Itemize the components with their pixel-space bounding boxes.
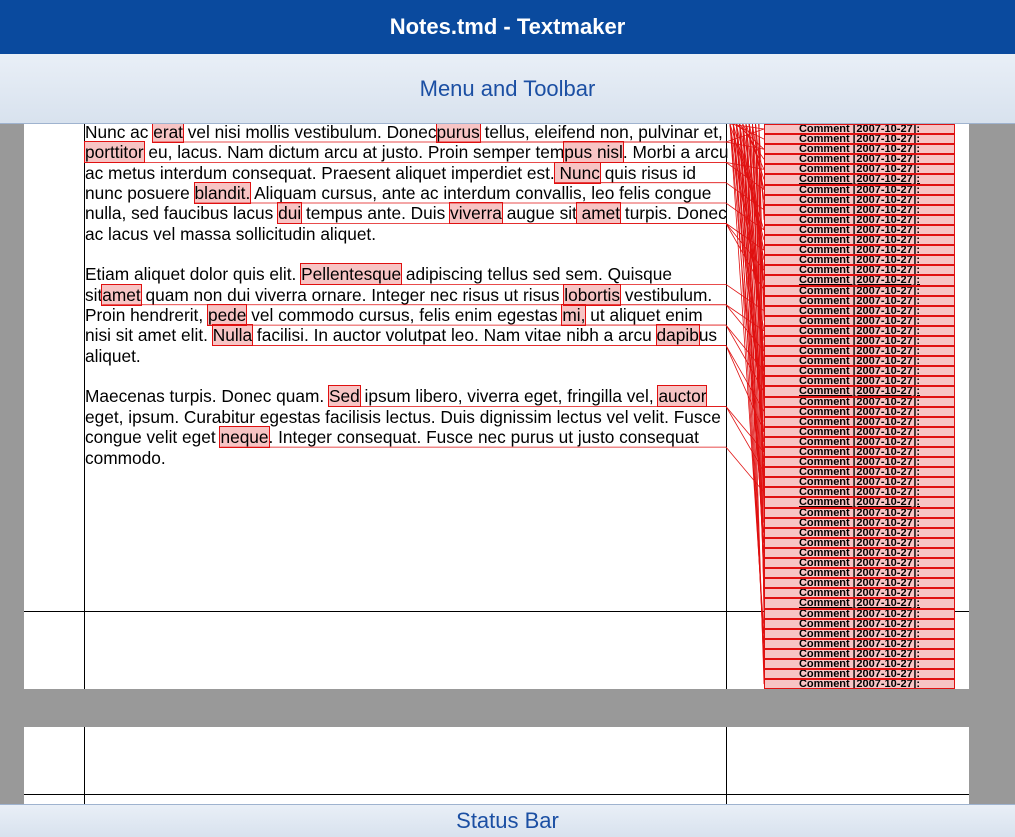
left-margin-line bbox=[84, 727, 85, 804]
comment-balloon[interactable]: Comment [2007-10-27]: bbox=[764, 305, 955, 316]
comment-balloon[interactable]: Comment [2007-10-27]: bbox=[764, 245, 955, 256]
comment-balloon[interactable]: Comment [2007-10-27]: bbox=[764, 537, 955, 548]
comment-balloon[interactable]: Comment [2007-10-27]: bbox=[764, 608, 955, 619]
comment-balloon[interactable]: Comment [2007-10-27]: bbox=[764, 285, 955, 296]
menu-and-toolbar[interactable]: Menu and Toolbar bbox=[0, 54, 1015, 124]
comment-balloon[interactable]: Comment [2007-10-27]: bbox=[764, 679, 955, 690]
comment-balloon[interactable]: Comment [2007-10-27]: bbox=[764, 174, 955, 185]
comment-balloon[interactable]: Comment [2007-10-27]: bbox=[764, 275, 955, 286]
right-margin-line bbox=[726, 727, 727, 804]
comment-balloons[interactable]: Comment [2007-10-27]: Comment [2007-10-27… bbox=[764, 124, 955, 690]
comment-balloon[interactable]: Comment [2007-10-27]: bbox=[764, 477, 955, 488]
comment-balloon[interactable]: Comment [2007-10-27]: bbox=[764, 164, 955, 175]
comment-balloon[interactable]: Comment [2007-10-27]: bbox=[764, 426, 955, 437]
comment-balloon[interactable]: Comment [2007-10-27]: bbox=[764, 487, 955, 498]
comment-balloon[interactable]: Comment [2007-10-27]: bbox=[764, 184, 955, 195]
comment-balloon[interactable]: Comment [2007-10-27]: bbox=[764, 467, 955, 478]
comment-balloon[interactable]: Comment [2007-10-27]: bbox=[764, 335, 955, 347]
document-page[interactable]: Nunc ac erat vel nisi mollis vestibulum.… bbox=[24, 124, 969, 690]
comment-balloon[interactable]: Comment [2007-10-27]: bbox=[764, 204, 955, 215]
comment-balloon[interactable]: Comment [2007-10-27]: bbox=[764, 588, 955, 599]
comment-balloon[interactable]: Comment [2007-10-27]: bbox=[764, 648, 955, 659]
comment-balloon[interactable]: Comment [2007-10-27]: bbox=[764, 436, 955, 447]
comment-balloon[interactable]: Comment [2007-10-27]: bbox=[764, 255, 955, 266]
comment-balloon[interactable]: Comment [2007-10-27]: bbox=[764, 224, 955, 236]
comment-balloon[interactable]: Comment [2007-10-27]: bbox=[764, 406, 955, 417]
document-workspace[interactable]: Nunc ac erat vel nisi mollis vestibulum.… bbox=[0, 124, 1015, 804]
window-title: Notes.tmd - Textmaker bbox=[0, 0, 1015, 54]
comment-balloon[interactable]: Comment [2007-10-27]: bbox=[764, 376, 955, 387]
comment-balloon[interactable]: Comment [2007-10-27]: bbox=[764, 416, 955, 427]
comment-balloon[interactable]: Comment [2007-10-27]: bbox=[764, 124, 955, 135]
top-margin-line bbox=[24, 794, 969, 795]
comment-balloon[interactable]: Comment [2007-10-27]: bbox=[764, 669, 955, 680]
comment-balloon[interactable]: Comment [2007-10-27]: bbox=[764, 527, 955, 538]
comment-balloon[interactable]: Comment [2007-10-27]: bbox=[764, 558, 955, 569]
status-bar: Status Bar bbox=[0, 804, 1015, 837]
comment-balloon[interactable]: Comment [2007-10-27]: bbox=[764, 396, 955, 407]
document-page-2[interactable] bbox=[24, 727, 969, 804]
comment-balloon[interactable]: Comment [2007-10-27]: bbox=[764, 457, 955, 468]
comment-balloon[interactable]: Comment [2007-10-27]: bbox=[764, 134, 955, 145]
comment-balloon[interactable]: Comment [2007-10-27]: bbox=[764, 386, 955, 397]
comment-balloon[interactable]: Comment [2007-10-27]: bbox=[764, 356, 955, 367]
comment-balloon[interactable]: Comment [2007-10-27]: bbox=[764, 517, 955, 528]
comment-balloon[interactable]: Comment [2007-10-27]: bbox=[764, 638, 955, 649]
comment-balloon[interactable]: Comment [2007-10-27]: bbox=[764, 497, 955, 508]
comment-balloon[interactable]: Comment [2007-10-27]: bbox=[764, 628, 955, 639]
comment-balloon[interactable]: Comment [2007-10-27]: bbox=[764, 547, 955, 559]
comment-balloon[interactable]: Comment [2007-10-27]: bbox=[764, 447, 955, 458]
comment-balloon[interactable]: Comment [2007-10-27]: bbox=[764, 265, 955, 276]
comment-balloon[interactable]: Comment [2007-10-27]: bbox=[764, 507, 955, 518]
comment-balloon[interactable]: Comment [2007-10-27]: bbox=[764, 235, 955, 246]
comment-balloon[interactable]: Comment [2007-10-27]: bbox=[764, 578, 955, 589]
comment-balloon[interactable]: Comment [2007-10-27]: bbox=[764, 366, 955, 377]
comment-balloon[interactable]: Comment [2007-10-27]: bbox=[764, 315, 955, 326]
comment-balloon[interactable]: Comment [2007-10-27]: bbox=[764, 346, 955, 357]
comment-balloon[interactable]: Comment [2007-10-27]: bbox=[764, 214, 955, 225]
comment-balloon[interactable]: Comment [2007-10-27]: bbox=[764, 295, 955, 306]
comment-balloon[interactable]: Comment [2007-10-27]: bbox=[764, 325, 955, 336]
comment-balloon[interactable]: Comment [2007-10-27]: bbox=[764, 144, 955, 155]
comment-balloon[interactable]: Comment [2007-10-27]: bbox=[764, 154, 955, 165]
comment-balloon[interactable]: Comment [2007-10-27]: bbox=[764, 658, 955, 670]
comment-balloon[interactable]: Comment [2007-10-27]: bbox=[764, 194, 955, 205]
comment-balloon[interactable]: Comment [2007-10-27]: bbox=[764, 598, 955, 609]
comment-balloon[interactable]: Comment [2007-10-27]: bbox=[764, 568, 955, 579]
comment-balloon[interactable]: Comment [2007-10-27]: bbox=[764, 618, 955, 629]
